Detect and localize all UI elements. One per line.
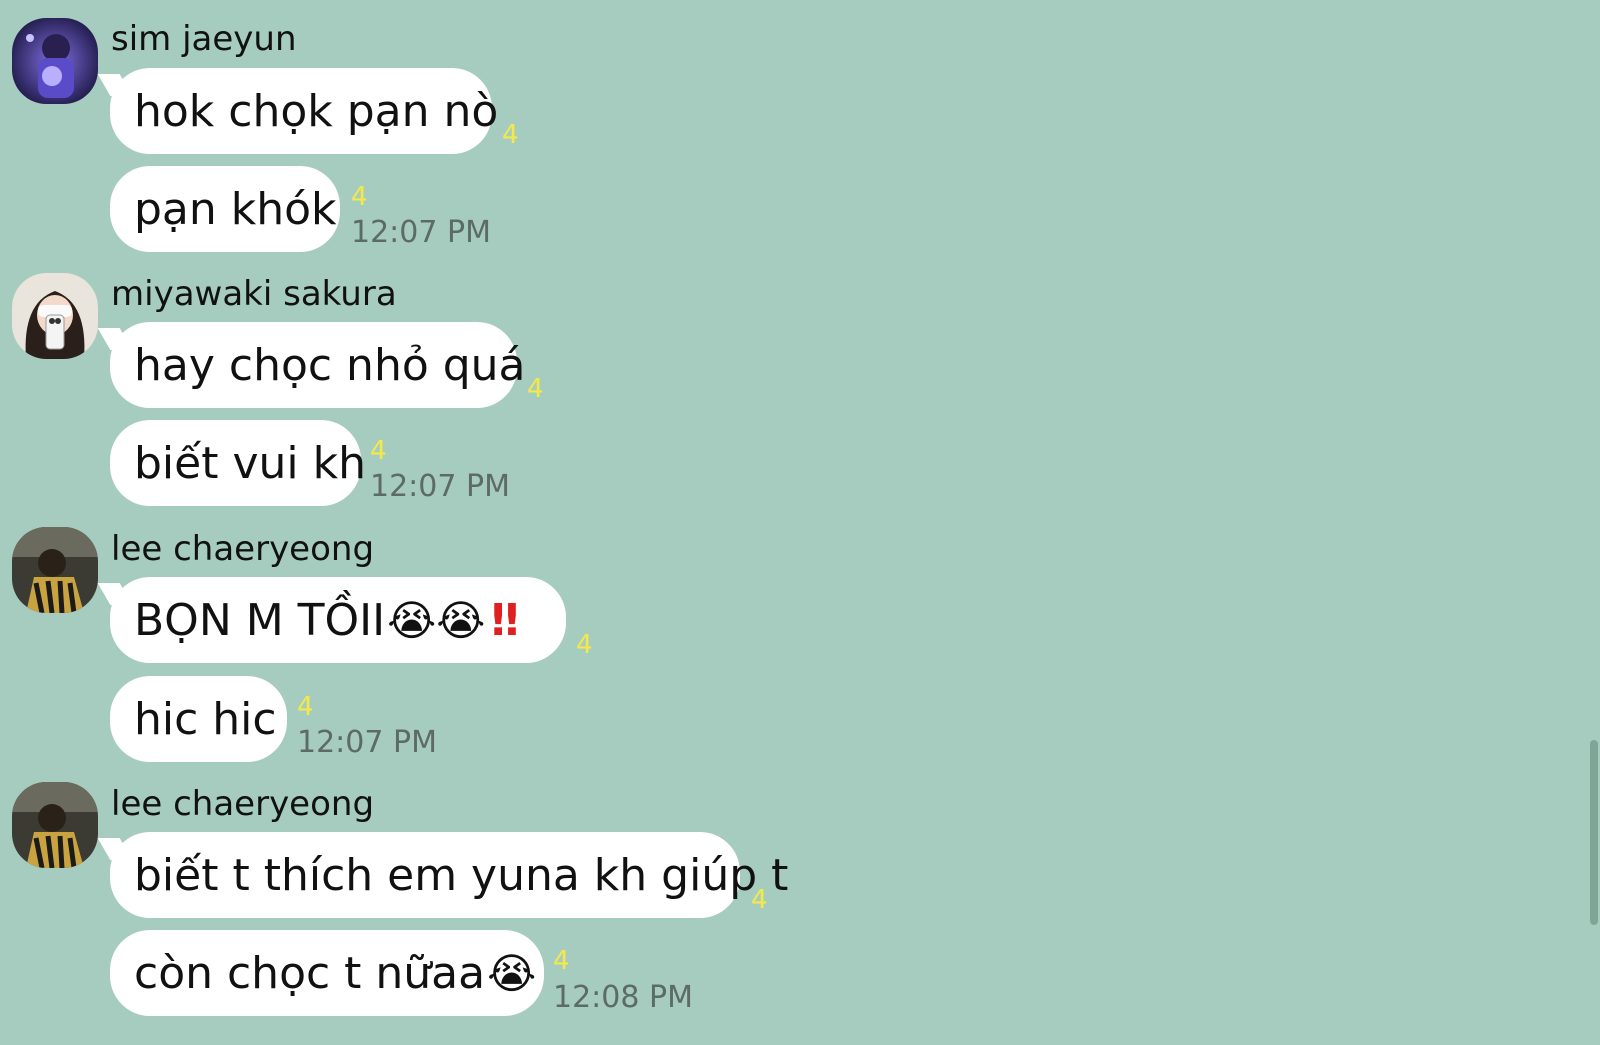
- message-bubble[interactable]: còn chọc t nữaa 😭: [110, 930, 544, 1016]
- message-bubble[interactable]: hic hic: [110, 676, 287, 762]
- read-count: 4: [370, 436, 387, 466]
- read-count: 4: [553, 946, 570, 976]
- message-text: biết vui kh: [134, 437, 366, 489]
- read-count: 4: [751, 885, 768, 915]
- message-bubble[interactable]: biết t thích em yuna kh giúp t: [110, 832, 788, 918]
- message-text: BỌN M TỒII: [134, 594, 386, 646]
- read-count: 4: [297, 692, 314, 722]
- read-count: 4: [576, 630, 593, 660]
- message-bubble[interactable]: hok chọk pạn nò: [110, 68, 498, 154]
- message-bubble[interactable]: BỌN M TỒII 😭😭 ‼: [110, 577, 566, 663]
- message-bubble[interactable]: biết vui kh: [110, 420, 366, 506]
- message-timestamp: 12:07 PM: [370, 469, 510, 504]
- message-text: hay chọc nhỏ quá: [134, 339, 526, 391]
- message-text: hic hic: [134, 693, 277, 745]
- avatar[interactable]: [12, 18, 98, 104]
- avatar[interactable]: [12, 527, 98, 613]
- avatar[interactable]: [12, 782, 98, 868]
- message-bubble[interactable]: pạn khók: [110, 166, 340, 252]
- message-text: hok chọk pạn nò: [134, 85, 499, 137]
- read-count: 4: [351, 182, 368, 212]
- sender-name: miyawaki sakura: [111, 274, 397, 314]
- crying-face-emoji: 😭😭: [387, 595, 486, 645]
- avatar[interactable]: [12, 273, 98, 359]
- message-timestamp: 12:07 PM: [297, 725, 437, 760]
- sender-name: lee chaeryeong: [111, 784, 375, 824]
- crying-face-emoji: 😭: [487, 948, 537, 998]
- message-text: pạn khók: [134, 183, 337, 235]
- double-exclamation-icon: ‼: [491, 594, 519, 646]
- sender-name: sim jaeyun: [111, 19, 297, 59]
- message-timestamp: 12:08 PM: [553, 980, 693, 1015]
- scrollbar[interactable]: [1590, 740, 1598, 925]
- chat-view[interactable]: sim jaeyun hok chọk pạn nò 4 pạn khók 4 …: [0, 0, 1600, 1045]
- message-bubble[interactable]: hay chọc nhỏ quá: [110, 322, 526, 408]
- read-count: 4: [502, 120, 519, 150]
- message-timestamp: 12:07 PM: [351, 215, 491, 250]
- message-text: biết t thích em yuna kh giúp t: [134, 849, 789, 901]
- message-text: còn chọc t nữaa: [134, 947, 486, 999]
- read-count: 4: [527, 374, 544, 404]
- sender-name: lee chaeryeong: [111, 529, 375, 569]
